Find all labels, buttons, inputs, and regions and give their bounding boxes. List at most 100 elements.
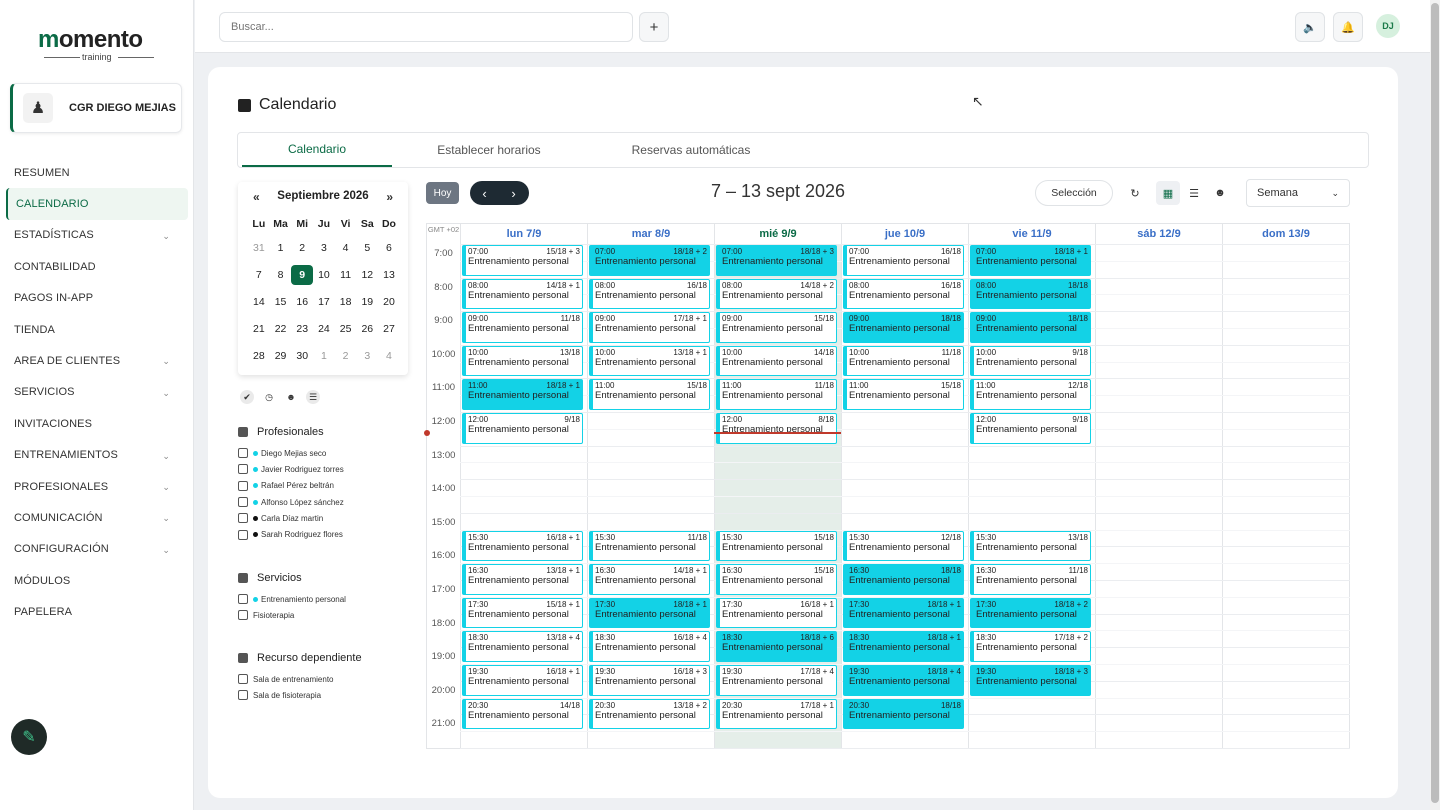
calendar-event[interactable]: 15:30 12/18 Entrenamiento personal [843, 530, 964, 562]
mini-calendar-day[interactable]: 24 [313, 319, 335, 339]
calendar-event[interactable]: 17:30 18/18 + 1 Entrenamiento personal [843, 597, 964, 629]
calendar-event[interactable]: 07:00 18/18 + 3 Entrenamiento personal [716, 245, 837, 276]
selection-button[interactable]: Selección [1035, 180, 1113, 206]
calendar-event[interactable]: 09:00 17/18 + 1 Entrenamiento personal [589, 312, 710, 343]
sidebar-item-calendario[interactable]: CALENDARIO [6, 188, 188, 220]
filter-option[interactable]: Rafael Pérez beltrán [238, 478, 344, 494]
mini-calendar-day[interactable]: 14 [248, 292, 270, 312]
mini-calendar-day[interactable]: 18 [335, 292, 357, 312]
user-icon[interactable]: ☻ [284, 390, 298, 404]
calendar-event[interactable]: 17:30 18/18 + 1 Entrenamiento personal [589, 597, 710, 629]
filter-checkbox[interactable] [238, 497, 248, 508]
plus-icon[interactable]: + [639, 12, 669, 42]
calendar-event[interactable]: 18:30 18/18 + 6 Entrenamiento personal [716, 631, 837, 662]
calendar-event[interactable]: 07:00 18/18 + 1 Entrenamiento personal [970, 245, 1091, 276]
calendar-event[interactable]: 20:30 13/18 + 2 Entrenamiento personal [589, 698, 710, 730]
calendar-event[interactable]: 20:30 14/18 Entrenamiento personal [462, 698, 583, 730]
chevron-left-icon[interactable]: ‹ [470, 181, 499, 205]
day-header[interactable]: mar 8/9 [587, 224, 714, 244]
pencil-icon[interactable]: ✎ [11, 719, 47, 755]
filter-option[interactable]: Alfonso López sánchez [238, 494, 344, 510]
filter-option[interactable]: Sala de entrenamiento [238, 671, 362, 687]
tab-calendario[interactable]: Calendario [242, 133, 392, 167]
calendar-event[interactable]: 10:00 11/18 Entrenamiento personal [843, 345, 964, 377]
check-icon[interactable]: ✔ [240, 390, 254, 404]
calendar-event[interactable]: 09:00 18/18 Entrenamiento personal [843, 312, 964, 343]
mini-calendar-day[interactable]: 22 [270, 319, 292, 339]
mini-calendar-day[interactable]: 3 [313, 238, 335, 258]
mini-calendar-day[interactable]: 1 [270, 238, 292, 258]
calendar-event[interactable]: 16:30 13/18 + 1 Entrenamiento personal [462, 564, 583, 595]
mini-calendar-day[interactable]: 2 [335, 346, 357, 366]
calendar-event[interactable]: 08:00 14/18 + 2 Entrenamiento personal [716, 278, 837, 310]
day-header[interactable]: vie 11/9 [968, 224, 1095, 244]
mini-calendar-day[interactable]: 19 [356, 292, 378, 312]
filter-option[interactable]: Entrenamiento personal [238, 591, 346, 607]
calendar-event[interactable]: 08:00 16/18 Entrenamiento personal [843, 278, 964, 310]
mini-calendar-day[interactable]: 20 [378, 292, 400, 312]
mini-calendar-day[interactable]: 28 [248, 346, 270, 366]
calendar-event[interactable]: 15:30 15/18 Entrenamiento personal [716, 530, 837, 562]
filter-checkbox[interactable] [238, 610, 248, 621]
sidebar-item-comunicación[interactable]: COMUNICACIÓN ⌄ [0, 502, 194, 533]
calendar-event[interactable]: 15:30 13/18 Entrenamiento personal [970, 530, 1091, 562]
grid-icon[interactable]: ▦ [1156, 181, 1180, 205]
calendar-event[interactable]: 16:30 14/18 + 1 Entrenamiento personal [589, 564, 710, 595]
mini-calendar-day[interactable]: 5 [356, 238, 378, 258]
sidebar-item-papelera[interactable]: PAPELERA [0, 596, 194, 627]
tab-establecer-horarios[interactable]: Establecer horarios [414, 133, 564, 167]
filter-checkbox[interactable] [238, 480, 248, 491]
refresh-icon[interactable]: ↻ [1123, 181, 1147, 205]
mini-calendar-day[interactable]: 6 [378, 238, 400, 258]
page-scrollbar[interactable] [1430, 0, 1440, 810]
calendar-event[interactable]: 19:30 16/18 + 1 Entrenamiento personal [462, 665, 583, 696]
calendar-event[interactable]: 19:30 18/18 + 3 Entrenamiento personal [970, 665, 1091, 696]
mini-calendar-day[interactable]: 4 [378, 346, 400, 366]
mini-calendar-day[interactable]: 26 [356, 319, 378, 339]
filter-option[interactable]: Diego Mejias seco [238, 445, 344, 461]
sidebar-item-configuración[interactable]: CONFIGURACIÓN ⌄ [0, 534, 194, 565]
mini-calendar-day[interactable]: 10 [313, 265, 335, 285]
mini-calendar-day[interactable]: 15 [270, 292, 292, 312]
filter-option[interactable]: Javier Rodriguez torres [238, 461, 344, 477]
sidebar-item-area-de-clientes[interactable]: AREA DE CLIENTES ⌄ [0, 345, 194, 376]
mini-calendar-day[interactable]: 31 [248, 238, 270, 258]
sidebar-item-pagos-in-app[interactable]: PAGOS IN-APP [0, 283, 194, 314]
day-header[interactable]: dom 13/9 [1222, 224, 1349, 244]
calendar-event[interactable]: 10:00 9/18 Entrenamiento personal [970, 345, 1091, 377]
user-avatar[interactable]: DJ [1376, 14, 1400, 38]
filter-checkbox[interactable] [238, 513, 248, 524]
calendar-event[interactable]: 15:30 16/18 + 1 Entrenamiento personal [462, 530, 583, 562]
calendar-event[interactable]: 08:00 14/18 + 1 Entrenamiento personal [462, 278, 583, 310]
sidebar-item-tienda[interactable]: TIENDA [0, 314, 194, 345]
mini-calendar-prev-button[interactable]: « [253, 190, 260, 204]
filter-option[interactable]: Carla Díaz martin [238, 510, 344, 526]
sidebar-item-contabilidad[interactable]: CONTABILIDAD [0, 251, 194, 282]
calendar-event[interactable]: 20:30 17/18 + 1 Entrenamiento personal [716, 698, 837, 730]
calendar-event[interactable]: 09:00 18/18 Entrenamiento personal [970, 312, 1091, 343]
mini-calendar-day[interactable]: 17 [313, 292, 335, 312]
calendar-event[interactable]: 20:30 18/18 Entrenamiento personal [843, 698, 964, 730]
calendar-event[interactable]: 11:00 12/18 Entrenamiento personal [970, 379, 1091, 410]
mini-calendar-day[interactable]: 30 [291, 346, 313, 366]
calendar-event[interactable]: 18:30 16/18 + 4 Entrenamiento personal [589, 631, 710, 662]
calendar-event[interactable]: 10:00 13/18 Entrenamiento personal [462, 345, 583, 377]
view-select[interactable]: Semana ⌄ [1246, 179, 1350, 207]
calendar-event[interactable]: 18:30 13/18 + 4 Entrenamiento personal [462, 631, 583, 662]
calendar-event[interactable]: 16:30 18/18 Entrenamiento personal [843, 564, 964, 595]
mini-calendar-day[interactable]: 27 [378, 319, 400, 339]
mini-calendar-day[interactable]: 7 [248, 265, 270, 285]
calendar-event[interactable]: 11:00 15/18 Entrenamiento personal [589, 379, 710, 410]
mini-calendar-day[interactable]: 1 [313, 346, 335, 366]
calendar-event[interactable]: 19:30 16/18 + 3 Entrenamiento personal [589, 665, 710, 696]
calendar-event[interactable]: 18:30 17/18 + 2 Entrenamiento personal [970, 631, 1091, 662]
calendar-event[interactable]: 10:00 14/18 Entrenamiento personal [716, 345, 837, 377]
filter-checkbox[interactable] [238, 594, 248, 605]
sidebar-item-profesionales[interactable]: PROFESIONALES ⌄ [0, 471, 194, 502]
sidebar-item-servicios[interactable]: SERVICIOS ⌄ [0, 377, 194, 408]
filter-option[interactable]: Sarah Rodriguez flores [238, 526, 344, 542]
calendar-event[interactable]: 12:00 9/18 Entrenamiento personal [970, 413, 1091, 444]
sidebar-item-estadísticas[interactable]: ESTADÍSTICAS ⌄ [0, 220, 194, 251]
filter-checkbox[interactable] [238, 674, 248, 685]
mini-calendar-day[interactable]: 23 [291, 319, 313, 339]
